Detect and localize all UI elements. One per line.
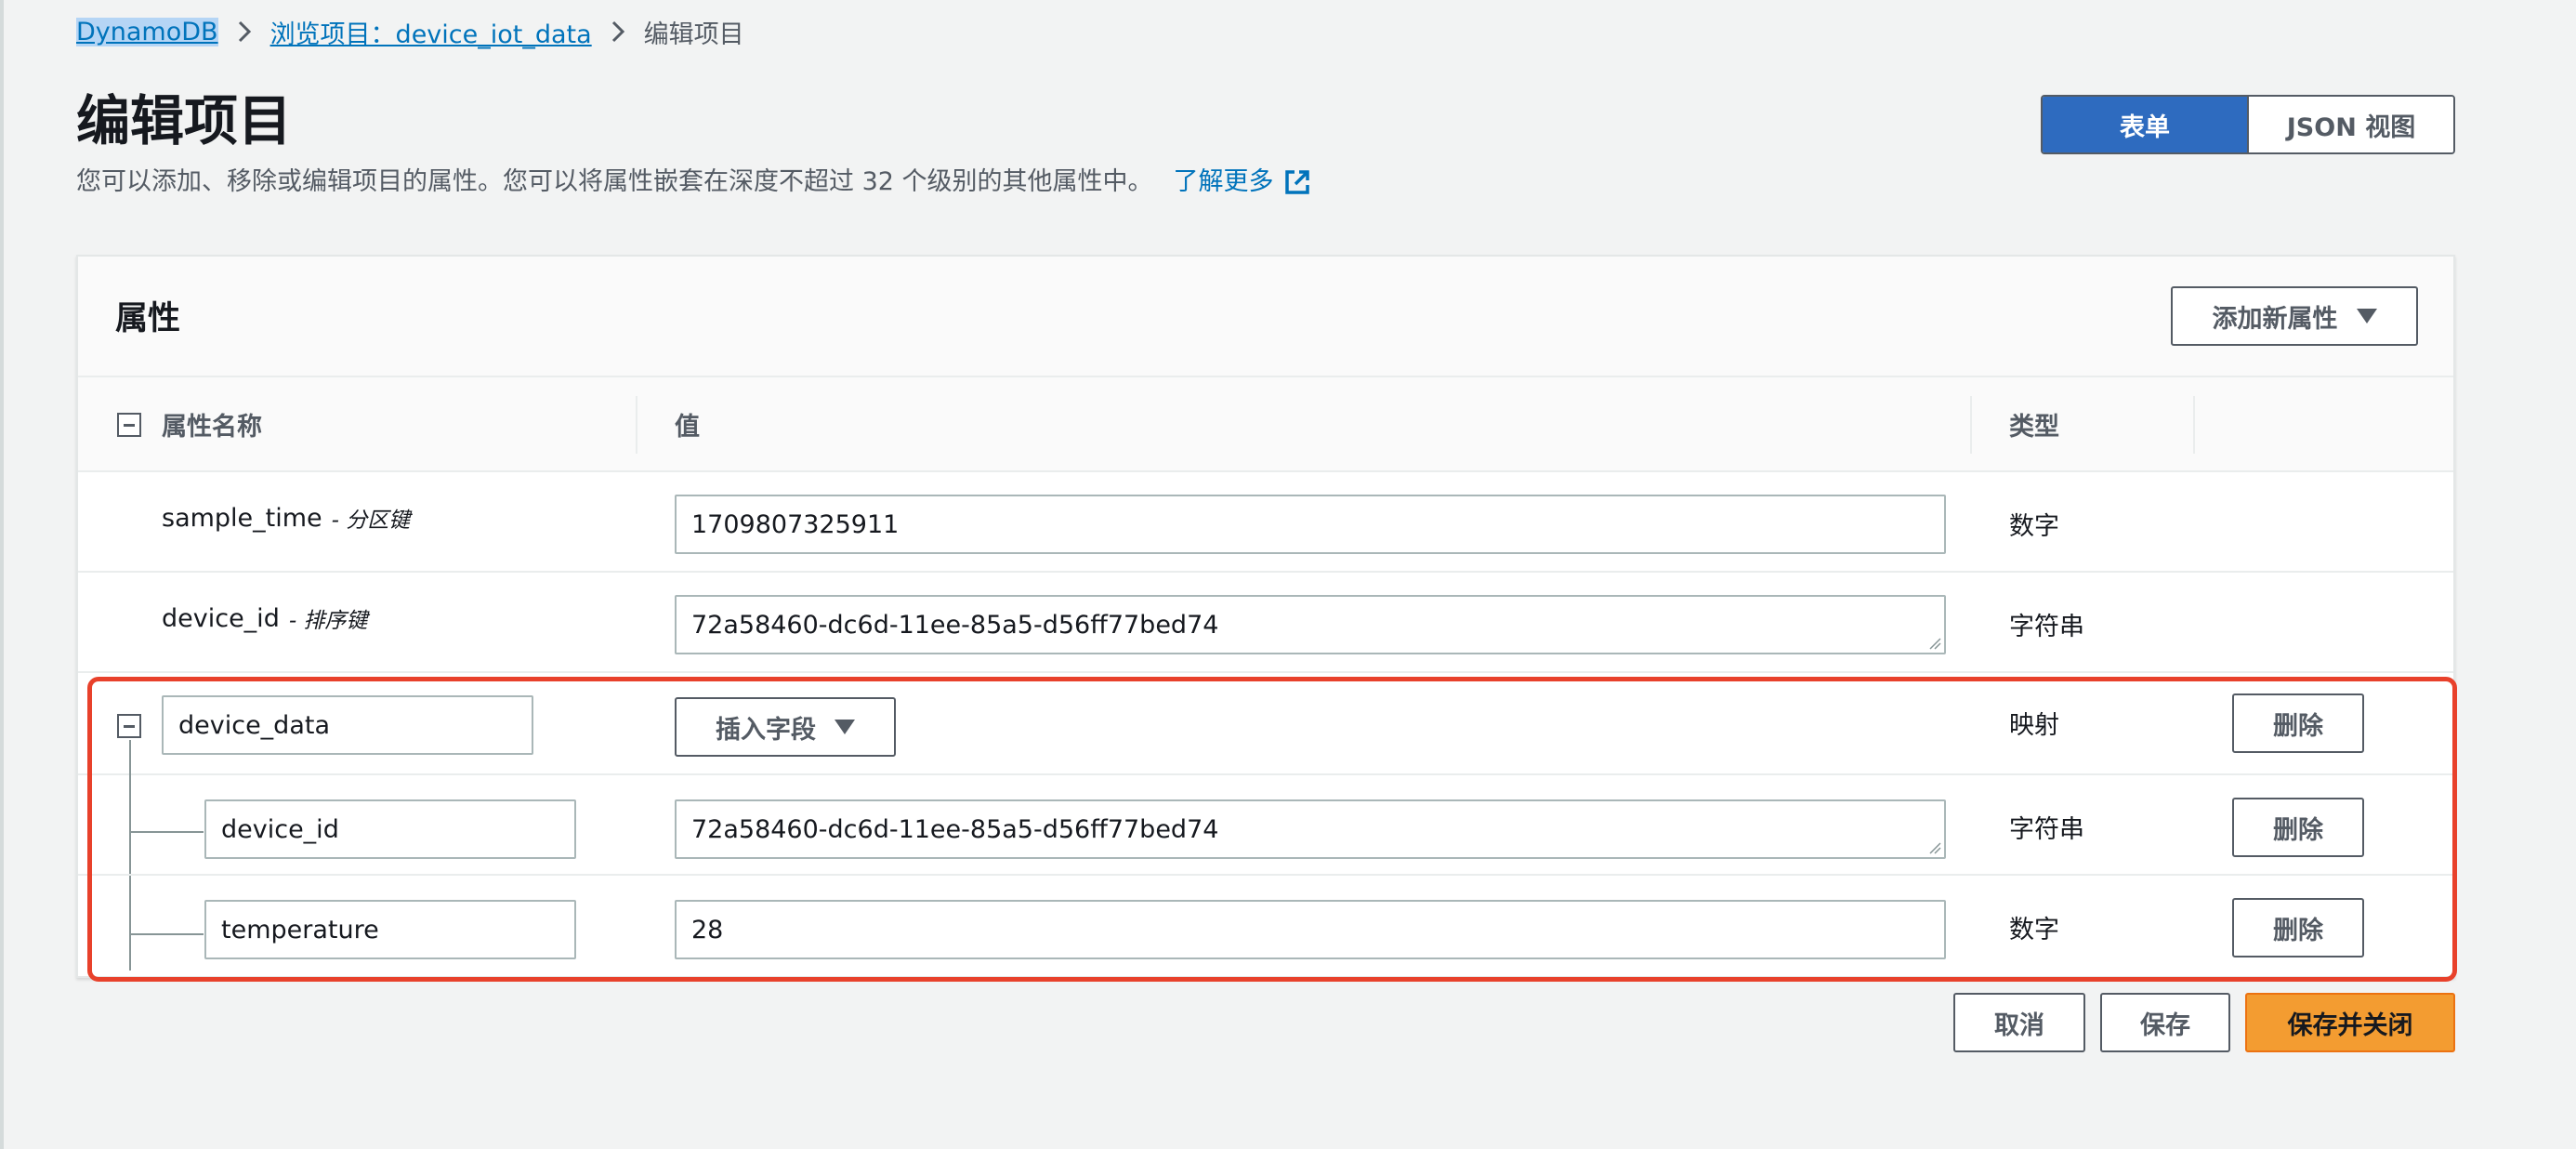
sort-key-label: - 排序键 <box>288 609 368 633</box>
table-row: sample_time - 分区键 1709807325911 数字 <box>78 472 2453 573</box>
learn-more-link[interactable]: 了解更多 <box>1174 164 1311 201</box>
value-input[interactable]: 1709807325911 <box>675 495 1946 554</box>
remove-label: 删除 <box>2273 711 2323 741</box>
child-name-input[interactable]: device_id <box>204 799 576 859</box>
child-name-input[interactable]: temperature <box>204 900 576 959</box>
resize-grip-icon[interactable] <box>1928 841 1941 854</box>
page-edge <box>0 0 4 1149</box>
attribute-name-text: sample_time <box>162 503 322 533</box>
attribute-name: sample_time - 分区键 <box>162 502 410 534</box>
add-new-attribute-label: 添加新属性 <box>2212 304 2338 334</box>
type-text: 数字 <box>2009 512 2059 541</box>
learn-more-label: 了解更多 <box>1173 167 1274 196</box>
remove-button[interactable]: 删除 <box>2232 693 2364 753</box>
column-divider <box>1970 396 1972 454</box>
remove-button[interactable]: 删除 <box>2232 798 2364 857</box>
value-textarea[interactable]: 72a58460-dc6d-11ee-85a5-d56ff77bed74 <box>675 595 1946 654</box>
map-name-text: device_data <box>178 710 331 740</box>
insert-field-button[interactable]: 插入字段 <box>675 697 896 757</box>
column-type-header: 类型 <box>2009 412 2059 442</box>
type-text: 数字 <box>2009 916 2059 944</box>
remove-button[interactable]: 删除 <box>2232 898 2364 958</box>
add-new-attribute-button[interactable]: 添加新属性 <box>2171 286 2418 346</box>
remove-label: 删除 <box>2273 815 2323 845</box>
collapse-map-icon[interactable] <box>117 714 141 738</box>
child-value-text: 72a58460-dc6d-11ee-85a5-d56ff77bed74 <box>691 814 1219 844</box>
value-text: 1709807325911 <box>691 509 900 539</box>
caret-down-icon <box>835 720 855 734</box>
map-attribute-row: device_data 插入字段 映射 删除 <box>78 673 2453 775</box>
external-link-icon <box>1284 170 1309 194</box>
chevron-right-icon <box>237 20 252 44</box>
description-text: 您可以添加、移除或编辑项目的属性。您可以将属性嵌套在深度不超过 32 个级别的其… <box>76 167 1153 196</box>
column-divider <box>636 396 637 454</box>
save-and-close-label: 保存并关闭 <box>2287 1010 2413 1039</box>
breadcrumb-dynamodb-link[interactable]: DynamoDB <box>76 17 218 46</box>
column-value-header: 值 <box>675 412 700 442</box>
chevron-right-icon <box>611 20 625 44</box>
partition-key-label: - 分区键 <box>331 508 411 533</box>
attribute-name-text: device_id <box>162 603 280 633</box>
child-value-input[interactable]: 28 <box>675 900 1946 959</box>
column-header: 属性名称 值 类型 <box>78 377 2453 472</box>
child-name-text: temperature <box>221 915 379 944</box>
resize-grip-icon[interactable] <box>1928 637 1941 650</box>
form-view-tab[interactable]: 表单 <box>2043 97 2249 152</box>
value-text: 72a58460-dc6d-11ee-85a5-d56ff77bed74 <box>691 610 1219 640</box>
column-divider <box>2193 396 2195 454</box>
map-child-row: temperature 28 数字 删除 <box>78 876 2453 976</box>
collapse-all-icon[interactable] <box>117 413 141 437</box>
json-view-tab[interactable]: JSON 视图 <box>2249 97 2453 152</box>
column-name-header: 属性名称 <box>162 412 262 442</box>
child-value-textarea[interactable]: 72a58460-dc6d-11ee-85a5-d56ff77bed74 <box>675 799 1946 859</box>
save-and-close-button[interactable]: 保存并关闭 <box>2245 993 2455 1052</box>
page-description: 您可以添加、移除或编辑项目的属性。您可以将属性嵌套在深度不超过 32 个级别的其… <box>76 164 1311 201</box>
cancel-button[interactable]: 取消 <box>1953 993 2085 1052</box>
save-label: 保存 <box>2140 1010 2190 1040</box>
type-text: 字符串 <box>2009 815 2084 844</box>
attributes-panel: 属性 添加新属性 属性名称 值 类型 sample_time - 分区键 170… <box>76 255 2455 978</box>
child-name-text: device_id <box>221 814 339 844</box>
map-child-row: device_id 72a58460-dc6d-11ee-85a5-d56ff7… <box>78 775 2453 876</box>
breadcrumb-browse-items-link[interactable]: 浏览项目：device_iot_data <box>270 14 592 50</box>
panel-title: 属性 <box>115 300 181 337</box>
breadcrumb-current: 编辑项目 <box>643 20 744 49</box>
save-button[interactable]: 保存 <box>2100 993 2230 1052</box>
type-text: 字符串 <box>2009 613 2084 641</box>
page-title: 编辑项目 <box>76 89 293 152</box>
cancel-label: 取消 <box>1994 1010 2044 1040</box>
table-row: device_id - 排序键 72a58460-dc6d-11ee-85a5-… <box>78 573 2453 673</box>
view-toggle: 表单 JSON 视图 <box>2041 95 2455 154</box>
panel-header: 属性 添加新属性 <box>78 257 2453 377</box>
type-text: 映射 <box>2009 711 2059 740</box>
attribute-name: device_id - 排序键 <box>162 602 367 634</box>
remove-label: 删除 <box>2273 916 2323 945</box>
map-name-input[interactable]: device_data <box>162 695 533 755</box>
insert-field-label: 插入字段 <box>716 715 816 745</box>
child-value-text: 28 <box>691 915 724 944</box>
breadcrumb: DynamoDB 浏览项目：device_iot_data 编辑项目 <box>76 13 744 50</box>
caret-down-icon <box>2356 309 2377 324</box>
